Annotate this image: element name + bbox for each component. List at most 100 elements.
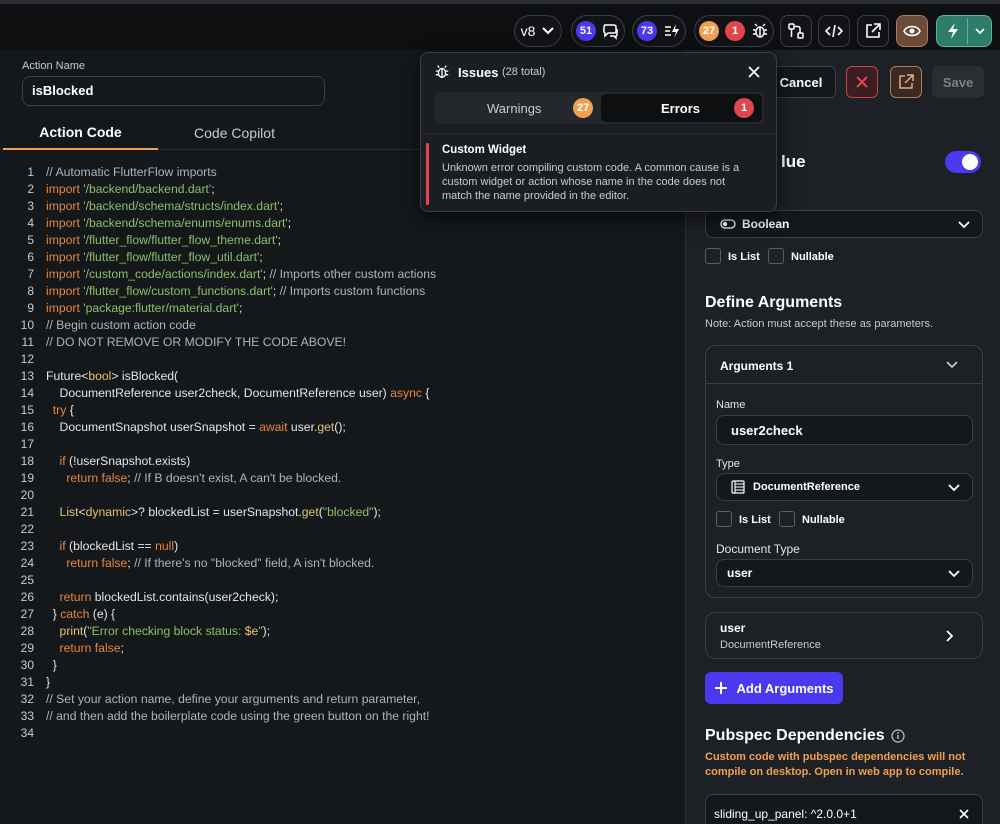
code-line[interactable]: 6 import '/flutter_flow/flutter_flow_util… xyxy=(0,249,685,266)
code-text: import '/flutter_flow/flutter_flow_util.… xyxy=(34,249,263,266)
is-list-checkbox[interactable] xyxy=(705,248,721,264)
argument-header[interactable]: Arguments 1 xyxy=(706,346,982,384)
close-icon[interactable] xyxy=(958,808,970,820)
code-line[interactable]: 11 // DO NOT REMOVE OR MODIFY THE CODE AB… xyxy=(0,334,685,351)
code-line[interactable]: 9 import 'package:flutter/material.dart'; xyxy=(0,300,685,317)
tab-action-code[interactable]: Action Code xyxy=(3,116,158,150)
discard-button[interactable] xyxy=(846,66,878,98)
view-code-button[interactable] xyxy=(818,15,850,47)
code-line[interactable]: 26 return blockedList.contains(user2chec… xyxy=(0,589,685,606)
line-number: 20 xyxy=(20,488,34,502)
arg-is-list-label: Is List xyxy=(739,514,771,526)
code-token: ) xyxy=(174,539,179,553)
code-text: List<dynamic>? blockedList = userSnapsho… xyxy=(34,504,381,521)
line-number: 6 xyxy=(27,250,34,264)
return-type-dropdown[interactable]: Boolean xyxy=(705,210,983,238)
code-token: await xyxy=(259,420,288,434)
code-line[interactable]: 12 xyxy=(0,351,685,368)
code-line[interactable]: 13 Future<bool> isBlocked( xyxy=(0,368,685,385)
code-token: List xyxy=(59,505,79,519)
user-document-card[interactable]: user DocumentReference xyxy=(705,612,983,659)
document-type-dropdown[interactable]: user xyxy=(716,559,973,587)
nullable-checkbox[interactable] xyxy=(768,248,784,264)
code-text: } catch (e) { xyxy=(34,606,115,623)
return-value-toggle[interactable] xyxy=(945,151,981,173)
tab-errors[interactable]: Errors 1 xyxy=(601,94,762,122)
error-indicator xyxy=(426,143,429,205)
action-name-input[interactable]: isBlocked xyxy=(22,76,325,106)
code-text: import '/backend/backend.dart'; xyxy=(34,181,215,198)
arg-is-list-checkbox[interactable] xyxy=(716,511,732,527)
code-line[interactable]: 15 try { xyxy=(0,402,685,419)
code-line[interactable]: 14 DocumentReference user2check, Documen… xyxy=(0,385,685,402)
code-line[interactable]: 31} xyxy=(0,674,685,691)
code-line[interactable]: 34 xyxy=(0,725,685,742)
errors-tab-label: Errors xyxy=(661,101,701,116)
code-token: get xyxy=(301,505,319,519)
branch-button[interactable] xyxy=(780,15,812,47)
code-line[interactable]: 16 DocumentSnapshot userSnapshot = await… xyxy=(0,419,685,436)
add-arguments-button[interactable]: Add Arguments xyxy=(705,672,843,704)
code-token: // Begin custom action code xyxy=(46,318,196,332)
code-line[interactable]: 32 // Set your action name, define your a… xyxy=(0,691,685,708)
code-text: // Set your action name, define your arg… xyxy=(34,691,420,708)
info-icon[interactable] xyxy=(891,729,905,743)
code-line[interactable]: 21 List<dynamic>? blockedList = userSnap… xyxy=(0,504,685,521)
tab-code-copilot[interactable]: Code Copilot xyxy=(157,116,312,150)
chevron-down-icon[interactable] xyxy=(974,25,986,37)
code-line[interactable]: 8 import '/flutter_flow/custom_functions.… xyxy=(0,283,685,300)
line-number: 16 xyxy=(20,420,34,434)
version-label: v8 xyxy=(520,23,536,39)
code-line[interactable]: 30 } xyxy=(0,657,685,674)
code-line[interactable]: 33 // and then add the boilerplate code u… xyxy=(0,708,685,725)
line-number: 25 xyxy=(20,573,34,587)
comments-button[interactable]: 51 xyxy=(571,15,625,47)
close-icon[interactable] xyxy=(748,66,760,78)
run-button[interactable] xyxy=(936,15,992,47)
code-area[interactable]: 1// Automatic FlutterFlow imports 2 import… xyxy=(0,164,685,742)
code-line[interactable]: 23 if (blockedList == null) xyxy=(0,538,685,555)
code-line[interactable]: 22 xyxy=(0,521,685,538)
code-line[interactable]: 28 print("Error checking block status: $… xyxy=(0,623,685,640)
code-line[interactable]: 24 return false; // If there's no "block… xyxy=(0,555,685,572)
argument-header-label: Arguments 1 xyxy=(720,359,794,373)
error-item[interactable]: Custom Widget Unknown error compiling cu… xyxy=(426,141,771,205)
close-icon xyxy=(856,76,868,88)
code-line[interactable]: 10 // Begin custom action code xyxy=(0,317,685,334)
nullable-label: Nullable xyxy=(791,251,834,263)
code-text: return false; // If B doesn't exist, A c… xyxy=(34,470,341,487)
code-line[interactable]: 18 if (!userSnapshot.exists) xyxy=(0,453,685,470)
dependency-label: sliding_up_panel: ^2.0.0+1 xyxy=(714,807,857,821)
line-number: 31 xyxy=(20,675,34,689)
code-line[interactable]: 19 return false; // If B doesn't exist, … xyxy=(0,470,685,487)
code-token: import xyxy=(46,301,84,315)
code-line[interactable]: 5 import '/flutter_flow/flutter_flow_them… xyxy=(0,232,685,249)
code-line[interactable]: 29 return false; xyxy=(0,640,685,657)
version-selector[interactable]: v8 xyxy=(514,15,562,47)
open-in-new-button[interactable] xyxy=(890,66,922,98)
save-button[interactable]: Save xyxy=(932,66,984,98)
code-text: Future<bool> isBlocked( xyxy=(34,368,178,385)
code-line[interactable]: 7 import '/custom_code/actions/index.dart… xyxy=(0,266,685,283)
toggle-knob xyxy=(962,154,978,170)
code-token: // If there's no "blocked" field, A isn'… xyxy=(134,556,375,570)
code-token: return false xyxy=(59,641,121,655)
chevron-down-icon xyxy=(948,570,960,578)
code-line[interactable]: 4 import '/backend/schema/enums/enums.dar… xyxy=(0,215,685,232)
code-line[interactable]: 17 xyxy=(0,436,685,453)
code-icon xyxy=(825,24,843,38)
open-external-button[interactable] xyxy=(857,15,889,47)
code-token: get xyxy=(317,420,335,434)
code-line[interactable]: 20 xyxy=(0,487,685,504)
arg-nullable-checkbox[interactable] xyxy=(779,511,795,527)
tab-warnings[interactable]: Warnings 27 xyxy=(434,92,599,124)
arg-type-dropdown[interactable]: DocumentReference xyxy=(716,473,973,501)
preview-button[interactable] xyxy=(896,15,928,47)
code-line[interactable]: 25 xyxy=(0,572,685,589)
issues-button[interactable]: 27 1 xyxy=(694,15,774,47)
code-line[interactable]: 27 } catch (e) { xyxy=(0,606,685,623)
flows-button[interactable]: 73 xyxy=(632,15,686,47)
arg-name-input[interactable]: user2check xyxy=(716,415,973,445)
